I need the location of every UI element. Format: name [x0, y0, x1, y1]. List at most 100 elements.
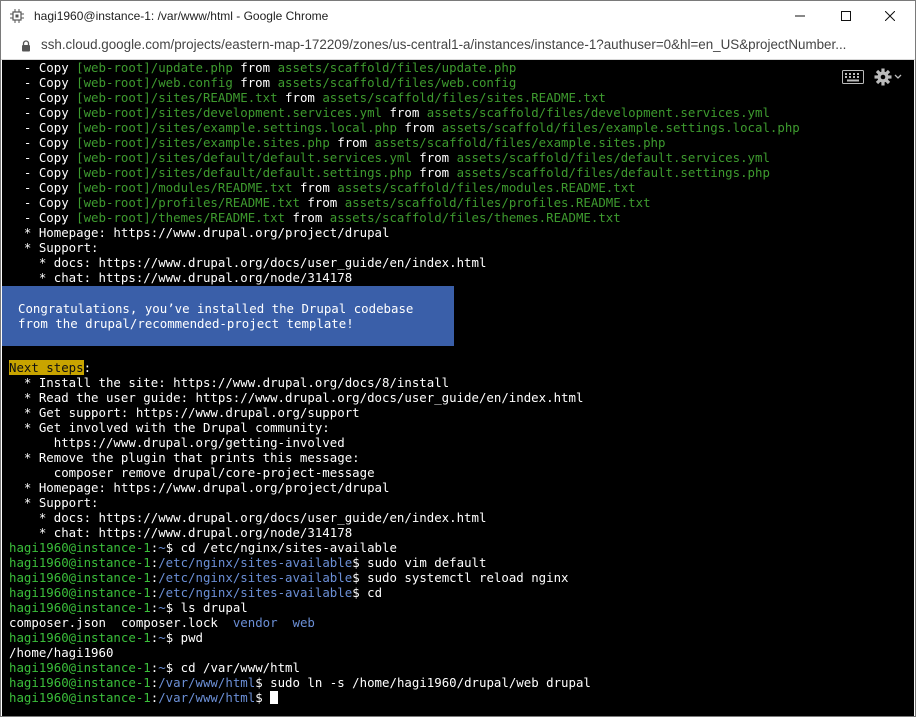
title-bar: hagi1960@instance-1: /var/www/html - Goo… [1, 1, 915, 31]
copy-src: [web-root]/themes/README.txt [76, 210, 286, 225]
ls-output: composer.json composer.lock vendor web [9, 615, 315, 630]
copy-from: from [232, 75, 278, 90]
step-line: composer remove drupal/core-project-mess… [9, 465, 375, 480]
copy-dst: assets/scaffold/files/development.servic… [426, 105, 770, 120]
copy-prefix: - Copy [9, 150, 77, 165]
prompt-line: hagi1960@instance-1:/var/www/html$ [9, 690, 800, 705]
prompt-user: hagi1960@instance-1 [9, 540, 151, 555]
prompt-user: hagi1960@instance-1 [9, 555, 151, 570]
copy-line: - Copy [web-root]/sites/default/default.… [9, 165, 800, 180]
copy-line: - Copy [web-root]/sites/example.settings… [9, 120, 800, 135]
copy-src: [web-root]/profiles/README.txt [76, 195, 300, 210]
prompt-line: hagi1960@instance-1:~$ cd /var/www/html [9, 660, 800, 675]
copy-dst: assets/scaffold/files/default.settings.p… [456, 165, 770, 180]
prompt-cmd: $ sudo systemctl reload nginx [352, 570, 569, 585]
copy-from: from [285, 210, 330, 225]
prompt-path: /etc/nginx/sites-available [158, 555, 353, 570]
step-line: * Get support: https://www.drupal.org/su… [9, 405, 360, 420]
prompt-line: hagi1960@instance-1:/etc/nginx/sites-ava… [9, 570, 800, 585]
pwd-output: /home/hagi1960 [9, 645, 114, 660]
copy-prefix: - Copy [9, 135, 77, 150]
copy-dst: assets/scaffold/files/sites.README.txt [322, 90, 606, 105]
address-bar[interactable]: ssh.cloud.google.com/projects/eastern-ma… [1, 31, 915, 60]
copy-from: from [232, 60, 278, 75]
info-line: * chat: https://www.drupal.org/node/3141… [9, 270, 353, 285]
copy-src: [web-root]/sites/default/default.service… [76, 150, 412, 165]
prompt-path: ~ [158, 600, 166, 615]
prompt-path: /etc/nginx/sites-available [158, 585, 353, 600]
copy-src: [web-root]/sites/README.txt [76, 90, 278, 105]
copy-from: from [382, 105, 427, 120]
copy-line: - Copy [web-root]/sites/default/default.… [9, 150, 800, 165]
copy-prefix: - Copy [9, 90, 77, 105]
prompt-cmd: $ cd /etc/nginx/sites-available [165, 540, 397, 555]
prompt-cmd: $ [255, 690, 271, 705]
prompt-user: hagi1960@instance-1 [9, 585, 151, 600]
copy-line: - Copy [web-root]/profiles/README.txt fr… [9, 195, 800, 210]
info-line: * Homepage: https://www.drupal.org/proje… [9, 225, 390, 240]
step-line: * docs: https://www.drupal.org/docs/user… [9, 510, 487, 525]
copy-src: [web-root]/sites/example.settings.local.… [76, 120, 397, 135]
copy-src: [web-root]/web.config [76, 75, 233, 90]
copy-from: from [411, 150, 457, 165]
maximize-icon [841, 11, 851, 21]
prompt-user: hagi1960@instance-1 [9, 570, 151, 585]
copy-prefix: - Copy [9, 105, 77, 120]
terminal-toolbar [842, 68, 902, 89]
settings-gear-icon[interactable] [874, 68, 902, 89]
prompt-line: hagi1960@instance-1:/var/www/html$ sudo … [9, 675, 800, 690]
step-line: * Support: [9, 495, 99, 510]
copy-line: - Copy [web-root]/themes/README.txt from… [9, 210, 800, 225]
info-line: * docs: https://www.drupal.org/docs/user… [9, 255, 487, 270]
copy-line: - Copy [web-root]/update.php from assets… [9, 60, 800, 75]
copy-dst: assets/scaffold/files/profiles.README.tx… [344, 195, 651, 210]
minimize-button[interactable] [777, 1, 823, 31]
terminal-output: - Copy [web-root]/update.php from assets… [9, 60, 800, 705]
copy-line: - Copy [web-root]/sites/development.serv… [9, 105, 800, 120]
next-steps-heading: Next steps: [9, 360, 92, 375]
minimize-icon [795, 15, 805, 17]
chrome-window: hagi1960@instance-1: /var/www/html - Goo… [0, 0, 916, 717]
prompt-line: hagi1960@instance-1:~$ ls drupal [9, 600, 800, 615]
copy-prefix: - Copy [9, 180, 77, 195]
prompt-cmd: $ sudo vim default [352, 555, 487, 570]
step-line: https://www.drupal.org/getting-involved [9, 435, 345, 450]
window-title: hagi1960@instance-1: /var/www/html - Goo… [34, 9, 329, 23]
copy-src: [web-root]/sites/example.sites.php [76, 135, 330, 150]
close-button[interactable] [867, 1, 913, 31]
prompt-user: hagi1960@instance-1 [9, 675, 151, 690]
copy-line: - Copy [web-root]/web.config from assets… [9, 75, 800, 90]
copy-from: from [329, 135, 375, 150]
copy-src: [web-root]/update.php [76, 60, 233, 75]
copy-prefix: - Copy [9, 75, 77, 90]
copy-dst: assets/scaffold/files/update.php [277, 60, 517, 75]
prompt-line: hagi1960@instance-1:/etc/nginx/sites-ava… [9, 585, 800, 600]
prompt-path: ~ [158, 540, 166, 555]
copy-from: from [396, 120, 442, 135]
copy-dst: assets/scaffold/files/modules.README.txt [337, 180, 636, 195]
copy-src: [web-root]/sites/development.services.ym… [76, 105, 382, 120]
prompt-cmd: $ cd /var/www/html [165, 660, 300, 675]
chip-icon [10, 9, 24, 23]
copy-prefix: - Copy [9, 120, 77, 135]
prompt-line: hagi1960@instance-1:~$ cd /etc/nginx/sit… [9, 540, 800, 555]
keyboard-icon[interactable] [842, 70, 864, 87]
terminal-cursor[interactable] [270, 691, 279, 704]
copy-from: from [411, 165, 457, 180]
prompt-cmd: $ ls drupal [165, 600, 248, 615]
prompt-path: ~ [158, 660, 166, 675]
copy-line: - Copy [web-root]/sites/example.sites.ph… [9, 135, 800, 150]
maximize-button[interactable] [823, 1, 869, 31]
step-line: * Read the user guide: https://www.drupa… [9, 390, 584, 405]
prompt-line: hagi1960@instance-1:~$ pwd [9, 630, 203, 645]
info-line: * Support: [9, 240, 99, 255]
copy-dst: assets/scaffold/files/themes.README.txt [329, 210, 621, 225]
prompt-cmd: $ cd [352, 585, 383, 600]
copy-prefix: - Copy [9, 60, 77, 75]
copy-src: [web-root]/sites/default/default.setting… [76, 165, 412, 180]
terminal[interactable]: Congratulations, you’ve installed the Dr… [2, 60, 914, 716]
prompt-user: hagi1960@instance-1 [9, 690, 151, 705]
copy-prefix: - Copy [9, 210, 77, 225]
prompt-user: hagi1960@instance-1 [9, 600, 151, 615]
url-text[interactable]: ssh.cloud.google.com/projects/eastern-ma… [41, 37, 901, 52]
